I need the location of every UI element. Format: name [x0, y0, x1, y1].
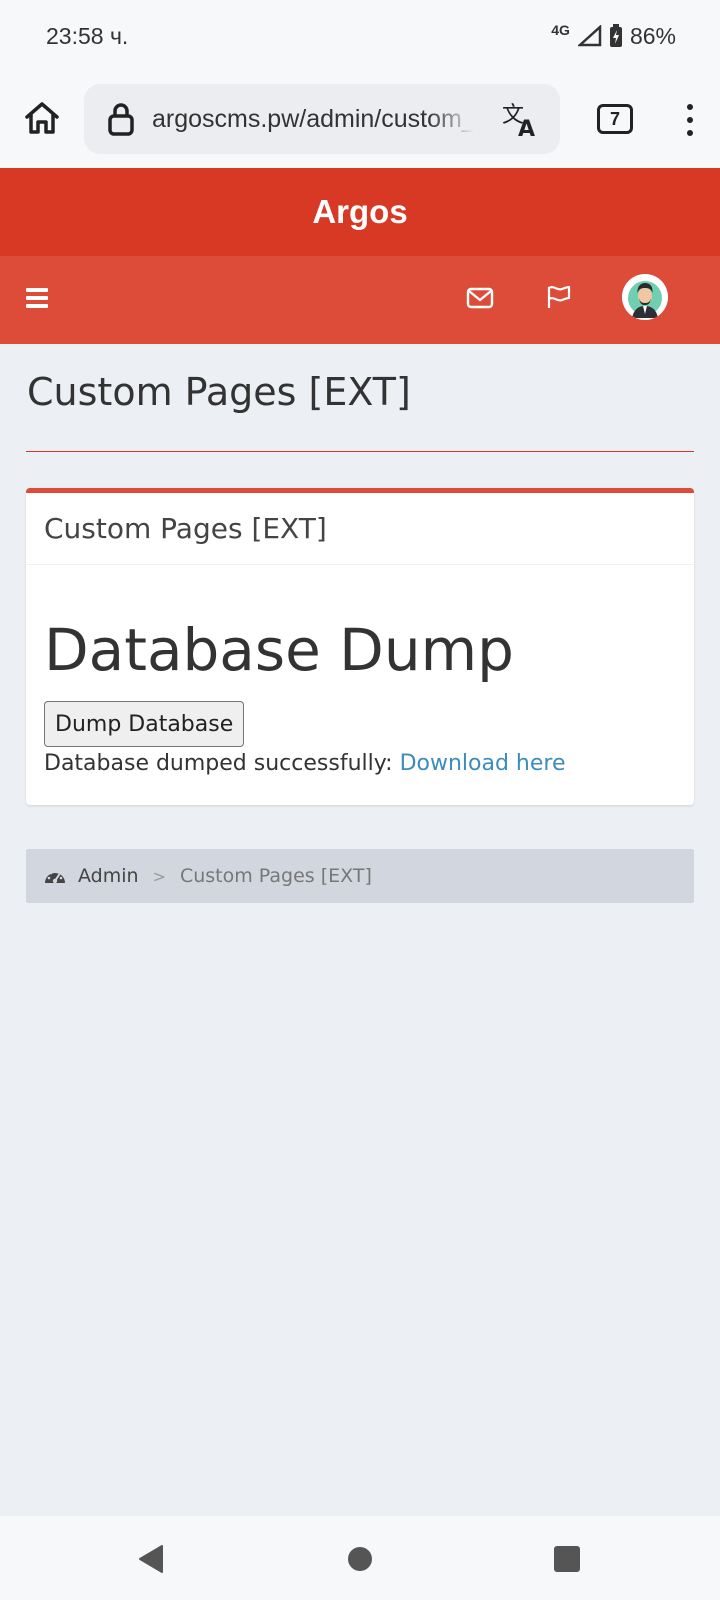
status-indicators: 4G 86% [551, 22, 676, 50]
menu-dot-icon [687, 104, 693, 110]
content-box: Custom Pages [EXT] Database Dump Dump Da… [26, 488, 694, 805]
hamburger-line-icon [26, 288, 48, 292]
back-icon[interactable] [138, 1544, 164, 1574]
dump-success-message: Database dumped successfully: Download h… [44, 751, 676, 776]
system-navigation-bar [0, 1516, 720, 1600]
recent-apps-icon[interactable] [554, 1546, 580, 1572]
breadcrumb: Admin > Custom Pages [EXT] [26, 849, 694, 903]
success-text: Database dumped successfully: [44, 751, 400, 776]
flag-icon[interactable] [546, 284, 572, 310]
tab-switcher-button[interactable]: 7 [597, 104, 633, 134]
app-logo-bar: Argos [0, 168, 720, 256]
battery-level: 86% [629, 22, 676, 49]
translate-icon[interactable]: 文 A [500, 98, 542, 140]
status-bar: 23:58 ч. 4G 86% [0, 0, 720, 72]
page-title: Custom Pages [EXT] [27, 370, 411, 414]
browser-menu-button[interactable] [678, 100, 702, 140]
lock-icon[interactable] [104, 99, 138, 139]
hamburger-line-icon [26, 296, 48, 300]
home-icon [25, 102, 59, 134]
user-avatar[interactable] [622, 274, 668, 320]
url-text: argoscms.pw/admin/custom_pages [152, 104, 474, 133]
signal-icon [577, 25, 602, 47]
box-title: Custom Pages [EXT] [44, 512, 327, 545]
menu-dot-icon [687, 130, 693, 136]
hamburger-line-icon [26, 304, 48, 308]
battery-icon [609, 24, 622, 47]
svg-text:A: A [518, 117, 535, 140]
menu-dot-icon [687, 117, 693, 123]
box-header: Custom Pages [EXT] [26, 493, 694, 565]
sidebar-toggle-button[interactable] [26, 288, 48, 308]
avatar-icon [622, 274, 668, 320]
top-navbar [0, 256, 720, 344]
home-circle-icon[interactable] [348, 1547, 372, 1571]
dashboard-icon [45, 869, 65, 884]
breadcrumb-admin-link[interactable]: Admin [78, 865, 139, 887]
browser-home-button[interactable] [20, 96, 64, 140]
dump-database-button[interactable]: Dump Database [44, 701, 245, 747]
box-body: Database Dump Dump Database Database dum… [26, 621, 694, 776]
envelope-icon[interactable] [466, 286, 494, 310]
breadcrumb-current: Custom Pages [EXT] [179, 865, 372, 887]
title-divider [26, 451, 694, 452]
breadcrumb-separator: > [152, 866, 166, 886]
status-time: 23:58 ч. [46, 22, 129, 49]
address-bar[interactable]: argoscms.pw/admin/custom_pages 文 A [84, 84, 560, 154]
browser-toolbar: argoscms.pw/admin/custom_pages 文 A 7 [0, 72, 720, 168]
network-type: 4G [551, 22, 570, 38]
app-logo[interactable]: Argos [312, 193, 407, 231]
download-link[interactable]: Download here [400, 751, 566, 776]
database-dump-heading: Database Dump [44, 616, 514, 684]
